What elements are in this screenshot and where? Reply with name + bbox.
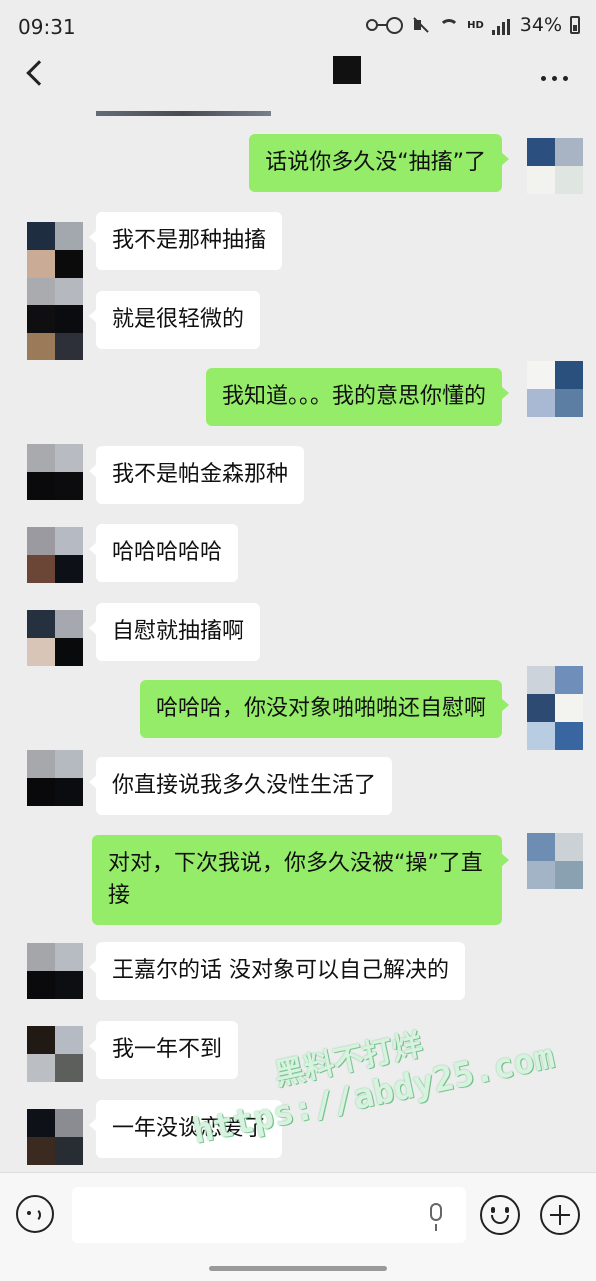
message-bubble-incoming[interactable]: 我不是帕金森那种 bbox=[88, 446, 305, 504]
battery-percent: 34% bbox=[519, 14, 562, 36]
message-bubble-incoming[interactable]: 就是很轻微的 bbox=[88, 291, 261, 349]
watermark: 黑料不打烊 https://abdy25.com bbox=[180, 993, 558, 1153]
avatar[interactable] bbox=[27, 750, 83, 806]
plus-icon[interactable] bbox=[540, 1195, 580, 1235]
avatar[interactable] bbox=[27, 1026, 83, 1082]
mute-icon bbox=[411, 15, 431, 35]
status-time: 09:31 bbox=[18, 15, 76, 39]
message-bubble-incoming[interactable]: 哈哈哈哈哈 bbox=[88, 524, 239, 582]
message-input[interactable] bbox=[72, 1187, 466, 1243]
avatar[interactable] bbox=[27, 278, 83, 360]
message-bubble-incoming[interactable]: 我不是那种抽搐 bbox=[88, 212, 283, 270]
battery-icon bbox=[570, 16, 580, 34]
message-bubble-incoming[interactable]: 你直接说我多久没性生活了 bbox=[88, 757, 393, 815]
avatar[interactable] bbox=[527, 138, 583, 194]
previous-message-fragment bbox=[96, 111, 271, 116]
status-bar: 09:31 HD 34% bbox=[0, 0, 596, 52]
home-indicator[interactable] bbox=[209, 1266, 387, 1271]
message-bubble-outgoing[interactable]: 话说你多久没“抽搐”了 bbox=[249, 134, 509, 192]
voice-icon[interactable] bbox=[16, 1195, 54, 1233]
mic-icon[interactable] bbox=[430, 1203, 442, 1231]
avatar[interactable] bbox=[27, 610, 83, 666]
alarm-icon bbox=[386, 16, 404, 34]
message-bubble-outgoing[interactable]: 对对，下次我说，你多久没被“操”了直接 bbox=[92, 835, 509, 925]
signal-icon bbox=[491, 15, 512, 35]
message-bubble-incoming[interactable]: 王嘉尔的话 没对象可以自己解决的 bbox=[89, 942, 465, 1000]
avatar[interactable] bbox=[527, 361, 583, 417]
chevron-left-icon[interactable] bbox=[26, 60, 52, 86]
avatar[interactable] bbox=[27, 943, 83, 999]
emoji-icon[interactable] bbox=[480, 1195, 520, 1235]
avatar[interactable] bbox=[27, 527, 83, 583]
status-icons: HD 34% bbox=[366, 14, 580, 36]
input-bar bbox=[0, 1172, 596, 1281]
more-dots-icon[interactable] bbox=[541, 76, 568, 81]
message-bubble-incoming[interactable]: 自慰就抽搐啊 bbox=[88, 603, 261, 661]
avatar[interactable] bbox=[27, 444, 83, 500]
avatar[interactable] bbox=[527, 666, 583, 750]
avatar[interactable] bbox=[27, 1109, 83, 1165]
network-type-label: HD bbox=[467, 19, 484, 31]
avatar[interactable] bbox=[527, 833, 583, 889]
chat-header bbox=[0, 52, 596, 104]
chat-title-redacted bbox=[333, 56, 361, 84]
wifi-icon bbox=[439, 19, 460, 39]
message-bubble-outgoing[interactable]: 我知道。。。我的意思你懂的 bbox=[205, 368, 510, 426]
message-bubble-outgoing[interactable]: 哈哈哈，你没对象啪啪啪还自慰啊 bbox=[139, 680, 510, 738]
avatar[interactable] bbox=[27, 222, 83, 278]
vpn-key-icon bbox=[366, 19, 388, 31]
